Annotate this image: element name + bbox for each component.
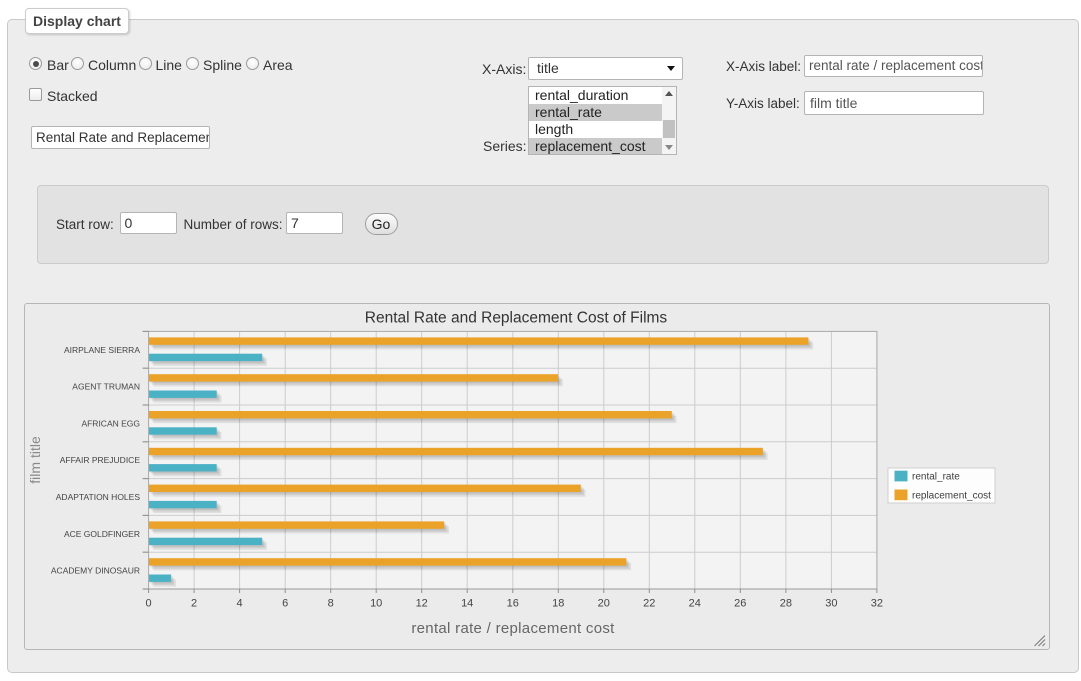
svg-text:film title: film title (27, 436, 43, 484)
svg-text:AFRICAN EGG: AFRICAN EGG (81, 418, 140, 428)
svg-text:AGENT TRUMAN: AGENT TRUMAN (72, 382, 140, 392)
svg-text:AFFAIR PREJUDICE: AFFAIR PREJUDICE (60, 455, 141, 465)
svg-text:ACE GOLDFINGER: ACE GOLDFINGER (64, 529, 140, 539)
svg-text:rental rate / replacement cost: rental rate / replacement cost (411, 620, 615, 637)
svg-text:rental_rate: rental_rate (912, 472, 960, 483)
svg-text:2: 2 (191, 598, 197, 610)
svg-text:26: 26 (734, 598, 746, 610)
svg-text:24: 24 (689, 598, 701, 610)
svg-text:AIRPLANE SIERRA: AIRPLANE SIERRA (64, 345, 140, 355)
svg-text:16: 16 (507, 598, 519, 610)
svg-text:ACADEMY DINOSAUR: ACADEMY DINOSAUR (51, 566, 140, 576)
svg-text:32: 32 (871, 598, 883, 610)
svg-text:4: 4 (237, 598, 243, 610)
svg-text:Rental Rate and Replacement Co: Rental Rate and Replacement Cost of Film… (365, 310, 668, 327)
svg-text:0: 0 (146, 598, 152, 610)
svg-text:30: 30 (825, 598, 837, 610)
svg-text:18: 18 (552, 598, 564, 610)
svg-text:6: 6 (282, 598, 288, 610)
svg-text:12: 12 (416, 598, 428, 610)
svg-text:20: 20 (598, 598, 610, 610)
svg-text:14: 14 (461, 598, 473, 610)
svg-text:replacement_cost: replacement_cost (912, 490, 991, 501)
svg-text:10: 10 (370, 598, 382, 610)
svg-text:8: 8 (328, 598, 334, 610)
svg-text:22: 22 (643, 598, 655, 610)
svg-text:28: 28 (780, 598, 792, 610)
svg-text:ADAPTATION HOLES: ADAPTATION HOLES (56, 492, 141, 502)
